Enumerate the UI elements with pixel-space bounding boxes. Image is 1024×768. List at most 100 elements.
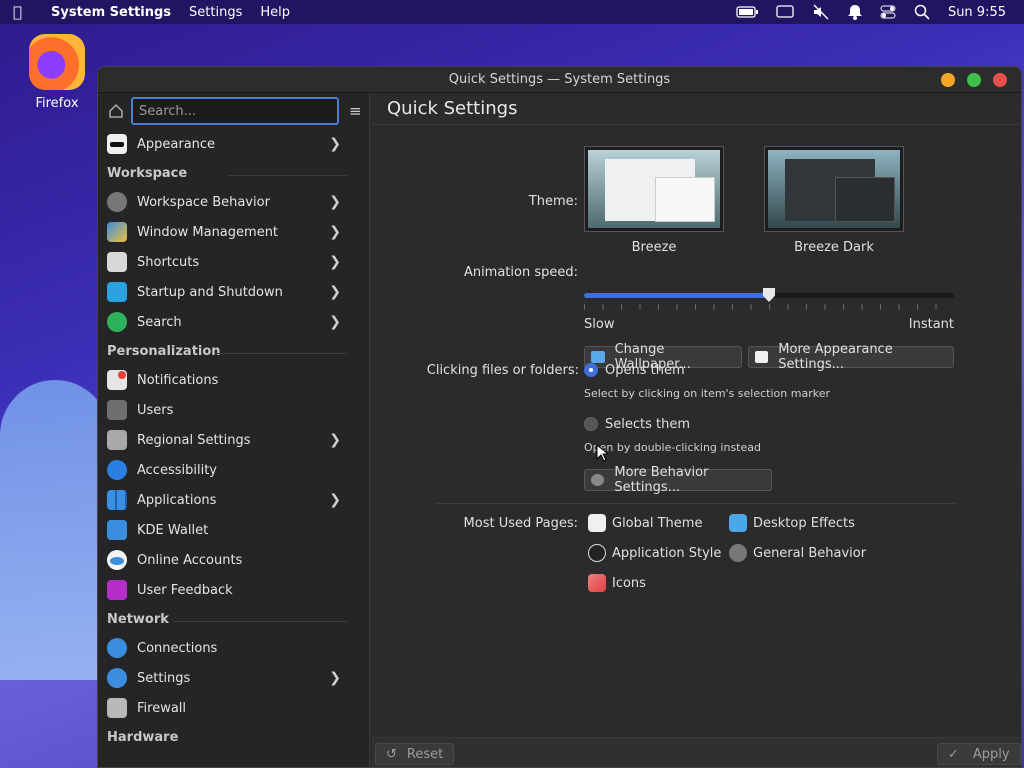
shortcuts-icon xyxy=(107,252,127,272)
connections-icon xyxy=(107,638,127,658)
chevron-right-icon: ❯ xyxy=(329,194,341,210)
desktop-icon-firefox[interactable]: Firefox xyxy=(22,34,92,111)
sidebar-item-window-management[interactable]: Window Management ❯ xyxy=(98,217,369,247)
global-theme-icon xyxy=(588,514,606,532)
volume-muted-icon[interactable] xyxy=(812,4,830,20)
selects-them-label[interactable]: Selects them xyxy=(605,417,690,432)
checkmark-icon: ✓ xyxy=(948,746,959,762)
slider-ticks xyxy=(584,304,954,310)
spotlight-search-icon[interactable] xyxy=(914,4,930,20)
sidebar-section-workspace: Workspace xyxy=(98,159,369,187)
workspace-behavior-icon xyxy=(107,192,127,212)
display-icon[interactable] xyxy=(776,5,794,19)
link-label: Desktop Effects xyxy=(753,515,855,531)
window-management-icon xyxy=(107,222,127,242)
sidebar-item-label: Users xyxy=(137,402,174,418)
slider-handle[interactable] xyxy=(763,288,775,302)
theme-preview-breeze[interactable] xyxy=(584,146,724,232)
sidebar-item-label: Firewall xyxy=(137,700,187,716)
system-settings-window: Quick Settings — System Settings ≡ Appea… xyxy=(97,66,1022,768)
home-icon[interactable] xyxy=(106,101,126,121)
window-titlebar[interactable]: Quick Settings — System Settings xyxy=(98,67,1021,93)
sidebar-item-shortcuts[interactable]: Shortcuts ❯ xyxy=(98,247,369,277)
sidebar-item-label: Online Accounts xyxy=(137,552,243,568)
most-used-icons[interactable]: Icons xyxy=(588,574,646,592)
opens-them-label[interactable]: Opens them xyxy=(605,363,685,378)
opens-them-hint: Select by clicking on item's selection m… xyxy=(584,387,830,400)
apply-button[interactable]: ✓ Apply xyxy=(937,743,1021,765)
apple-menu-icon[interactable]:  xyxy=(13,3,33,21)
sidebar-item-label: User Feedback xyxy=(137,582,233,598)
app-name-menu[interactable]: System Settings xyxy=(51,5,171,20)
application-style-icon xyxy=(588,544,606,562)
chevron-right-icon: ❯ xyxy=(329,492,341,508)
more-behavior-settings-button[interactable]: More Behavior Settings... xyxy=(584,465,772,495)
sidebar-item-label: Startup and Shutdown xyxy=(137,284,283,300)
sidebar-item-notifications[interactable]: Notifications xyxy=(98,365,369,395)
menubar-clock[interactable]: Sun 9:55 xyxy=(948,5,1006,20)
hamburger-menu-icon[interactable]: ≡ xyxy=(349,102,362,120)
sidebar-item-label: Workspace Behavior xyxy=(137,194,270,210)
appearance-icon xyxy=(107,134,127,154)
close-button[interactable] xyxy=(993,73,1007,87)
sidebar-item-kde-wallet[interactable]: KDE Wallet xyxy=(98,515,369,545)
chevron-right-icon: ❯ xyxy=(329,314,341,330)
most-used-global-theme[interactable]: Global Theme xyxy=(588,514,702,532)
battery-icon[interactable] xyxy=(736,6,758,18)
behavior-icon xyxy=(591,474,605,486)
reset-button[interactable]: ↺ Reset xyxy=(375,743,455,765)
sidebar-item-appearance[interactable]: Appearance ❯ xyxy=(98,129,369,159)
menu-settings[interactable]: Settings xyxy=(189,5,242,20)
notification-bell-icon[interactable] xyxy=(847,4,862,20)
selects-them-radio[interactable] xyxy=(584,417,598,431)
search-input[interactable] xyxy=(131,97,339,125)
chevron-right-icon: ❯ xyxy=(329,254,341,270)
sidebar-item-label: Notifications xyxy=(137,372,219,388)
accessibility-icon xyxy=(107,460,127,480)
sidebar-item-user-feedback[interactable]: User Feedback xyxy=(98,575,369,605)
sidebar-item-connections[interactable]: Connections xyxy=(98,633,369,663)
sidebar-item-network-settings[interactable]: Settings ❯ xyxy=(98,663,369,693)
reset-icon: ↺ xyxy=(386,746,397,762)
desktop-effects-icon xyxy=(729,514,747,532)
slider-fill xyxy=(584,293,769,298)
animation-speed-slider[interactable] xyxy=(584,288,954,302)
sidebar-item-users[interactable]: Users xyxy=(98,395,369,425)
sidebar-item-applications[interactable]: Applications ❯ xyxy=(98,485,369,515)
sidebar-section-hardware: Hardware xyxy=(98,723,369,751)
most-used-general-behavior[interactable]: General Behavior xyxy=(729,544,866,562)
link-label: Global Theme xyxy=(612,515,703,531)
link-label: General Behavior xyxy=(753,545,867,561)
window-title: Quick Settings — System Settings xyxy=(448,72,671,87)
top-menubar:  System Settings Settings Help Sun 9:55 xyxy=(0,0,1024,24)
button-label: More Behavior Settings... xyxy=(614,465,709,495)
slider-min-label: Slow xyxy=(584,317,615,332)
most-used-desktop-effects[interactable]: Desktop Effects xyxy=(729,514,855,532)
sidebar-item-label: Shortcuts xyxy=(137,254,200,270)
sidebar-item-startup-shutdown[interactable]: Startup and Shutdown ❯ xyxy=(98,277,369,307)
opens-them-radio[interactable] xyxy=(584,363,598,377)
sidebar-item-search[interactable]: Search ❯ xyxy=(98,307,369,337)
theme-name-breeze-dark: Breeze Dark xyxy=(794,240,874,255)
sidebar-item-label: Appearance xyxy=(137,136,216,152)
chevron-right-icon: ❯ xyxy=(329,136,341,152)
control-center-icon[interactable] xyxy=(880,5,896,19)
sidebar-item-firewall[interactable]: Firewall xyxy=(98,693,369,723)
theme-preview-breeze-dark[interactable] xyxy=(764,146,904,232)
sidebar-item-regional-settings[interactable]: Regional Settings ❯ xyxy=(98,425,369,455)
minimize-button[interactable] xyxy=(941,73,955,87)
applications-icon xyxy=(107,490,127,510)
more-appearance-settings-button[interactable]: More Appearance Settings... xyxy=(748,342,954,372)
sidebar-item-label: Regional Settings xyxy=(137,432,251,448)
link-label: Icons xyxy=(612,575,646,591)
menu-help[interactable]: Help xyxy=(260,5,290,20)
link-label: Application Style xyxy=(612,545,722,561)
startup-shutdown-icon xyxy=(107,282,127,302)
maximize-button[interactable] xyxy=(967,73,981,87)
clicking-files-label: Clicking files or folders: xyxy=(426,363,579,378)
sidebar-item-accessibility[interactable]: Accessibility xyxy=(98,455,369,485)
most-used-application-style[interactable]: Application Style xyxy=(588,544,721,562)
sidebar-item-online-accounts[interactable]: Online Accounts xyxy=(98,545,369,575)
sidebar-item-workspace-behavior[interactable]: Workspace Behavior ❯ xyxy=(98,187,369,217)
online-accounts-icon xyxy=(107,550,127,570)
